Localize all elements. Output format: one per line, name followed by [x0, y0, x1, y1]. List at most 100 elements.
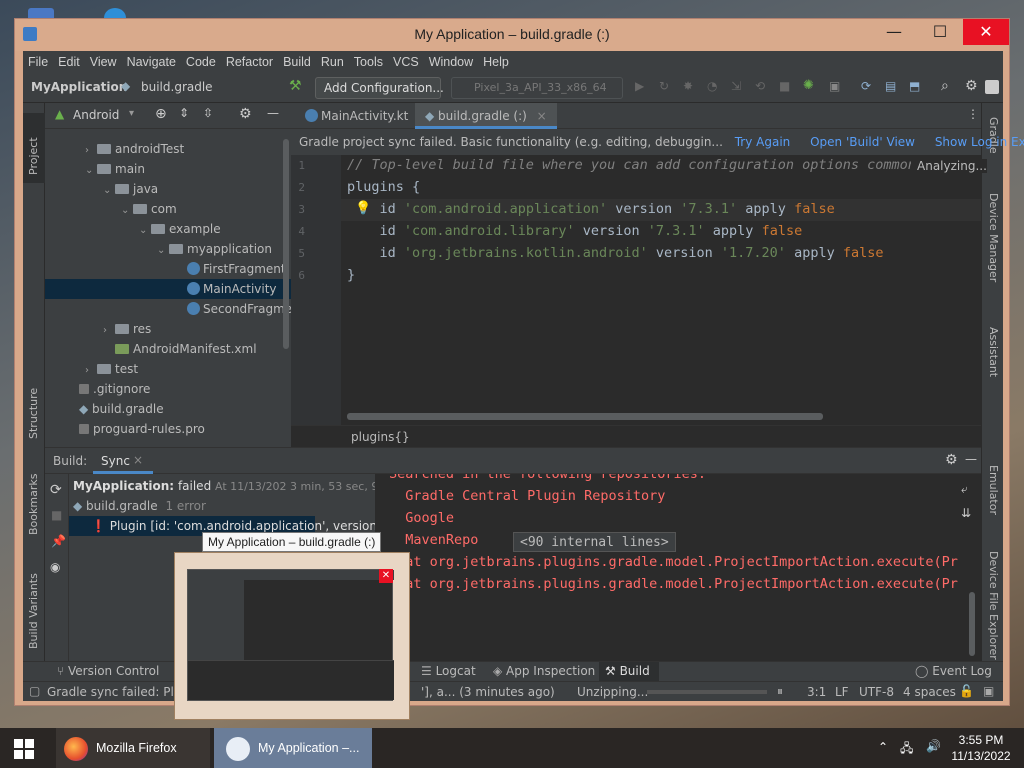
emulator-tool-tab[interactable]: Emulator	[982, 461, 1004, 531]
build-file-row[interactable]: ◆ build.gradle 1 error	[69, 496, 315, 516]
eye-icon[interactable]: ◉	[50, 560, 60, 574]
show-log-link[interactable]: Show Log in Explorer	[935, 135, 1024, 149]
file-crumb[interactable]: build.gradle	[141, 80, 213, 94]
maximize-button[interactable]: ☐	[917, 19, 963, 45]
chevron-down-icon[interactable]: ⌄	[85, 161, 97, 181]
chevron-down-icon[interactable]: ⌄	[139, 221, 151, 241]
taskbar-window-preview[interactable]: ✕	[174, 552, 410, 720]
caret-position[interactable]: 3:1	[807, 685, 826, 699]
account-avatar[interactable]	[985, 80, 999, 94]
build-toolwindow-button[interactable]: ⚒ Build	[599, 662, 659, 682]
file-encoding[interactable]: UTF-8	[859, 685, 894, 699]
code-view[interactable]: 1 // Top-level build file where you can a…	[291, 155, 981, 425]
menu-window[interactable]: Window	[424, 51, 478, 73]
internal-lines-badge[interactable]: <90 internal lines>	[513, 532, 676, 552]
project-crumb[interactable]: MyApplication	[31, 80, 127, 94]
code-line[interactable]: id 'com.android.application' version '7.…	[347, 201, 835, 217]
close-tab-icon[interactable]: ×	[537, 109, 547, 123]
chevron-down-icon[interactable]: ⌄	[157, 241, 169, 261]
try-again-link[interactable]: Try Again	[735, 135, 791, 149]
scroll-to-end-icon[interactable]: ⇊	[961, 506, 971, 520]
tree-item[interactable]: › res	[45, 319, 291, 339]
tab-menu-icon[interactable]: ⋮	[967, 107, 979, 121]
title-bar[interactable]: My Application – build.gradle (:) — ☐ ✕	[15, 19, 1009, 51]
tree-item[interactable]: FirstFragment	[45, 259, 291, 279]
run-icon[interactable]: ▶	[635, 79, 644, 93]
device-file-explorer-tool-tab[interactable]: Device File Explorer	[982, 547, 1004, 660]
tab-build-gradle[interactable]: ◆ build.gradle (:) ×	[415, 103, 557, 129]
memory-indicator-icon[interactable]: ▣	[983, 684, 994, 698]
attach-icon[interactable]: ⇲	[731, 79, 741, 93]
hammer-icon[interactable]: ⚒	[289, 78, 302, 94]
tree-item[interactable]: SecondFragmer	[45, 299, 297, 319]
editor-breadcrumb[interactable]: plugins{}	[291, 425, 981, 447]
logcat-button[interactable]: ☰ Logcat	[421, 664, 476, 678]
project-view-selector[interactable]: Android	[73, 108, 119, 122]
network-icon[interactable]: 🖧	[900, 739, 913, 760]
menu-view[interactable]: View	[85, 51, 122, 73]
stop-sync-icon[interactable]: ■	[51, 508, 62, 522]
tree-item[interactable]: ⌄ main	[45, 159, 291, 179]
cancel-task-icon[interactable]: ⏸	[777, 684, 783, 699]
app-inspection-button[interactable]: ◈ App Inspection	[493, 664, 595, 678]
sdk-manager-icon[interactable]: ⬒	[909, 79, 920, 93]
bookmarks-tool-tab[interactable]: Bookmarks	[23, 469, 45, 539]
add-configuration-button[interactable]: Add Configuration...	[315, 77, 444, 99]
tree-item[interactable]: ⌄ myapplication	[45, 239, 291, 259]
project-scrollbar[interactable]	[283, 139, 289, 349]
soft-wrap-icon[interactable]: ⤶	[961, 482, 968, 497]
menu-file[interactable]: File	[23, 51, 53, 73]
build-root-row[interactable]: MyApplication: failed At 11/13/202 3 min…	[69, 476, 412, 496]
menu-refactor[interactable]: Refactor	[221, 51, 278, 73]
tray-chevron-icon[interactable]: ⌃	[878, 740, 888, 754]
readonly-lock-icon[interactable]: 🔓	[959, 684, 974, 698]
search-icon[interactable]: ⌕	[941, 78, 949, 94]
tree-item[interactable]: AndroidManifest.xml	[45, 339, 291, 359]
project-tool-tab[interactable]: Project	[23, 113, 45, 183]
tree-item[interactable]: › androidTest	[45, 139, 291, 159]
tree-item[interactable]: MainActivity	[45, 279, 291, 299]
tab-mainactivity[interactable]: MainActivity.kt	[295, 103, 418, 129]
open-build-view-link[interactable]: Open 'Build' View	[810, 135, 915, 149]
code-line[interactable]: }	[347, 267, 355, 283]
menu-build[interactable]: Build	[278, 51, 316, 73]
chevron-down-icon[interactable]: ▾	[129, 108, 134, 119]
tree-item[interactable]: .gitignore	[45, 379, 291, 399]
event-log-button[interactable]: ◯ Event Log	[915, 664, 992, 678]
start-button[interactable]	[0, 728, 48, 768]
tree-item[interactable]: proguard-rules.pro	[45, 419, 291, 439]
device-manager-tool-tab[interactable]: Device Manager	[982, 189, 1004, 299]
chevron-down-icon[interactable]: ⌄	[103, 181, 115, 201]
tree-item[interactable]: › test	[45, 359, 291, 379]
hide-panel-icon[interactable]: —	[267, 106, 279, 120]
editor-hscrollbar[interactable]	[347, 413, 823, 420]
version-control-button[interactable]: ⑂ Version Control	[57, 664, 159, 678]
chevron-right-icon[interactable]: ›	[85, 141, 97, 161]
code-line[interactable]: plugins {	[347, 179, 420, 195]
tab-sync[interactable]: Sync ×	[93, 448, 153, 474]
line-separator[interactable]: LF	[835, 685, 849, 699]
background-task[interactable]: Unzipping...	[577, 685, 648, 699]
status-toggle-icon[interactable]: ▢	[29, 684, 40, 698]
rerun-icon[interactable]: ↻	[659, 79, 669, 93]
menu-navigate[interactable]: Navigate	[122, 51, 181, 73]
preview-thumbnail[interactable]	[187, 569, 394, 701]
tree-item[interactable]: ⌄ example	[45, 219, 291, 239]
status-message-tail[interactable]: '], a... (3 minutes ago)	[421, 685, 555, 699]
minimize-button[interactable]: —	[871, 19, 917, 45]
assistant-tool-tab[interactable]: Assistant	[982, 323, 1004, 393]
preview-close-button[interactable]: ✕	[379, 569, 393, 583]
chevron-right-icon[interactable]: ›	[103, 321, 115, 341]
stop-icon[interactable]: ■	[779, 79, 790, 93]
code-line[interactable]: id 'com.android.library' version '7.3.1'…	[347, 223, 803, 239]
profile-icon[interactable]: ◔	[707, 79, 717, 93]
settings-gear-icon[interactable]: ⚙	[965, 78, 978, 94]
menu-vcs[interactable]: VCS	[388, 51, 424, 73]
clock[interactable]: 3:55 PM 11/13/2022	[948, 732, 1014, 764]
close-button[interactable]: ✕	[963, 19, 1009, 45]
menu-run[interactable]: Run	[316, 51, 349, 73]
apply-changes-icon[interactable]: ⟲	[755, 79, 765, 93]
expand-all-icon[interactable]: ⇕	[179, 106, 189, 120]
taskbar-firefox[interactable]: Mozilla Firefox	[56, 728, 210, 768]
code-line[interactable]: // Top-level build file where you can ad…	[347, 157, 916, 173]
